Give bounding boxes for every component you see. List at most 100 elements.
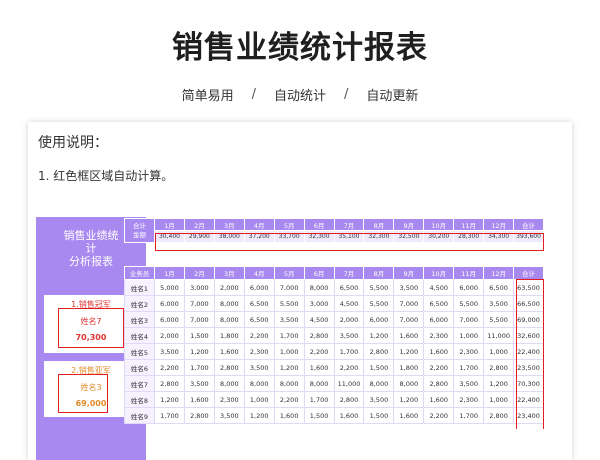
sales-cell: 1,800 <box>213 327 245 344</box>
sales-cell: 2,200 <box>154 359 185 376</box>
sales-cell: 3,500 <box>154 343 185 360</box>
sales-cell: 6,000 <box>363 311 395 328</box>
sales-cell: 8,000 <box>273 375 305 392</box>
salesperson-cell: 姓名6 <box>124 359 155 376</box>
champion-frame <box>58 308 124 348</box>
summary-month-header: 5月 <box>273 218 305 231</box>
sales-cell: 2,300 <box>243 343 275 360</box>
column-header: 2月 <box>183 266 215 280</box>
summary-month-header: 合计 <box>513 218 544 231</box>
sales-cell: 1,000 <box>483 391 515 408</box>
sales-cell: 6,500 <box>243 295 275 312</box>
column-header: 7月 <box>333 266 365 280</box>
sales-cell: 1,600 <box>423 391 455 408</box>
page-title: 销售业绩统计报表 <box>172 30 428 66</box>
sales-table-header: 业务员 1月 2月 3月 4月 5月 6月 7月 8月 9月 10月 11月 12月 合计 <box>124 266 544 280</box>
sales-cell: 4,500 <box>303 311 335 328</box>
sales-cell: 3,500 <box>363 391 395 408</box>
sales-cell: 3,500 <box>273 311 305 328</box>
summary-corner-line: 合计 <box>133 221 146 230</box>
sales-cell: 8,000 <box>303 279 335 296</box>
feature-easy: 简单易用 <box>181 89 234 104</box>
sales-cell: 2,300 <box>213 391 245 408</box>
sales-cell: 3,000 <box>183 279 215 296</box>
table-row: 姓名8 1,200 1,600 2,300 1,000 2,200 1,700 2,800 3,… <box>124 391 544 408</box>
sales-cell: 1,200 <box>154 391 185 408</box>
sales-cell: 2,800 <box>333 391 365 408</box>
sales-cell: 1,500 <box>303 407 335 424</box>
table-row: 姓名4 2,000 1,500 1,800 2,200 1,700 2,800 3,500 1,… <box>124 327 544 344</box>
summary-corner: 合计 金额 <box>124 218 155 243</box>
sales-cell: 6,500 <box>483 279 515 296</box>
column-header: 3月 <box>213 266 245 280</box>
total-column-red-frame <box>516 279 544 429</box>
summary-month-header: 8月 <box>363 218 395 231</box>
sales-cell: 2,200 <box>243 327 275 344</box>
spreadsheet-preview: 使用说明： 1. 红色框区域自动计算。 销售业绩统 计 分析报表 1.销售冠军 … <box>28 122 572 460</box>
sales-cell: 3,500 <box>183 375 215 392</box>
sales-cell: 3,500 <box>483 295 515 312</box>
table-row: 姓名3 6,000 7,000 8,000 6,500 3,500 4,500 2,000 6,… <box>124 311 544 328</box>
sales-cell: 1,600 <box>303 359 335 376</box>
sales-cell: 1,000 <box>243 391 275 408</box>
panel-title-line: 计 <box>85 242 97 255</box>
table-row: 姓名5 3,500 1,200 1,600 2,300 1,000 2,200 1,700 2,… <box>124 343 544 360</box>
sales-cell: 1,000 <box>453 327 485 344</box>
sales-cell: 1,700 <box>453 407 485 424</box>
column-header: 8月 <box>363 266 395 280</box>
sales-cell: 1,200 <box>183 343 215 360</box>
summary-month-header: 7月 <box>333 218 365 231</box>
sales-cell: 1,700 <box>303 391 335 408</box>
sales-cell: 7,000 <box>393 295 425 312</box>
sales-cell: 1,600 <box>333 407 365 424</box>
sales-cell: 2,800 <box>213 359 245 376</box>
salesperson-cell: 姓名4 <box>124 327 155 344</box>
sales-cell: 6,500 <box>423 295 455 312</box>
sales-cell: 8,000 <box>213 311 245 328</box>
sales-cell: 2,200 <box>273 391 305 408</box>
column-header: 10月 <box>423 266 455 280</box>
salesperson-cell: 姓名2 <box>124 295 155 312</box>
sales-cell: 1,600 <box>393 407 425 424</box>
sales-cell: 2,200 <box>423 407 455 424</box>
summary-month-header: 2月 <box>183 218 215 231</box>
sales-cell: 1,600 <box>213 343 245 360</box>
sales-cell: 6,000 <box>154 311 185 328</box>
sales-cell: 6,500 <box>243 311 275 328</box>
column-header: 1月 <box>154 266 185 280</box>
usage-title: 使用说明： <box>38 135 108 151</box>
sales-cell: 2,800 <box>154 375 185 392</box>
sales-cell: 8,000 <box>303 375 335 392</box>
table-row: 姓名1 5,000 3,000 2,000 6,000 7,000 8,000 6,500 5,… <box>124 279 544 296</box>
table-row: 姓名2 6,000 7,000 8,000 6,500 5,500 3,000 4,500 5,… <box>124 295 544 312</box>
sales-cell: 1,600 <box>423 343 455 360</box>
sales-cell: 1,800 <box>393 359 425 376</box>
table-row: 姓名6 2,200 1,700 2,800 3,500 1,200 1,600 2,200 1,… <box>124 359 544 376</box>
sales-cell: 8,000 <box>213 375 245 392</box>
summary-corner-line: 金额 <box>133 230 146 239</box>
separator: / <box>344 87 349 102</box>
table-row: 姓名9 1,700 2,800 3,500 1,200 1,600 1,500 1,600 1,… <box>124 407 544 424</box>
summary-month-header: 10月 <box>423 218 455 231</box>
sales-cell: 2,200 <box>303 343 335 360</box>
sales-cell: 3,500 <box>213 407 245 424</box>
sales-cell: 1,700 <box>273 327 305 344</box>
summary-month-header: 12月 <box>483 218 515 231</box>
summary-month-header: 9月 <box>393 218 425 231</box>
sales-cell: 4,500 <box>423 279 455 296</box>
sales-cell: 1,200 <box>393 391 425 408</box>
sales-cell: 2,800 <box>303 327 335 344</box>
sales-cell: 2,800 <box>363 343 395 360</box>
feature-auto-stat: 自动统计 <box>273 89 326 104</box>
sales-cell: 5,500 <box>273 295 305 312</box>
sales-cell: 3,000 <box>303 295 335 312</box>
sales-cell: 11,000 <box>483 327 515 344</box>
table-row: 姓名7 2,800 3,500 8,000 8,000 8,000 8,000 11,000 8… <box>124 375 544 392</box>
feature-auto-update: 自动更新 <box>366 89 419 104</box>
sales-cell: 1,700 <box>453 359 485 376</box>
sales-cell: 5,500 <box>483 311 515 328</box>
sales-cell: 8,000 <box>393 375 425 392</box>
salesperson-cell: 姓名3 <box>124 311 155 328</box>
sales-cell: 2,800 <box>483 359 515 376</box>
sales-cell: 7,000 <box>393 311 425 328</box>
